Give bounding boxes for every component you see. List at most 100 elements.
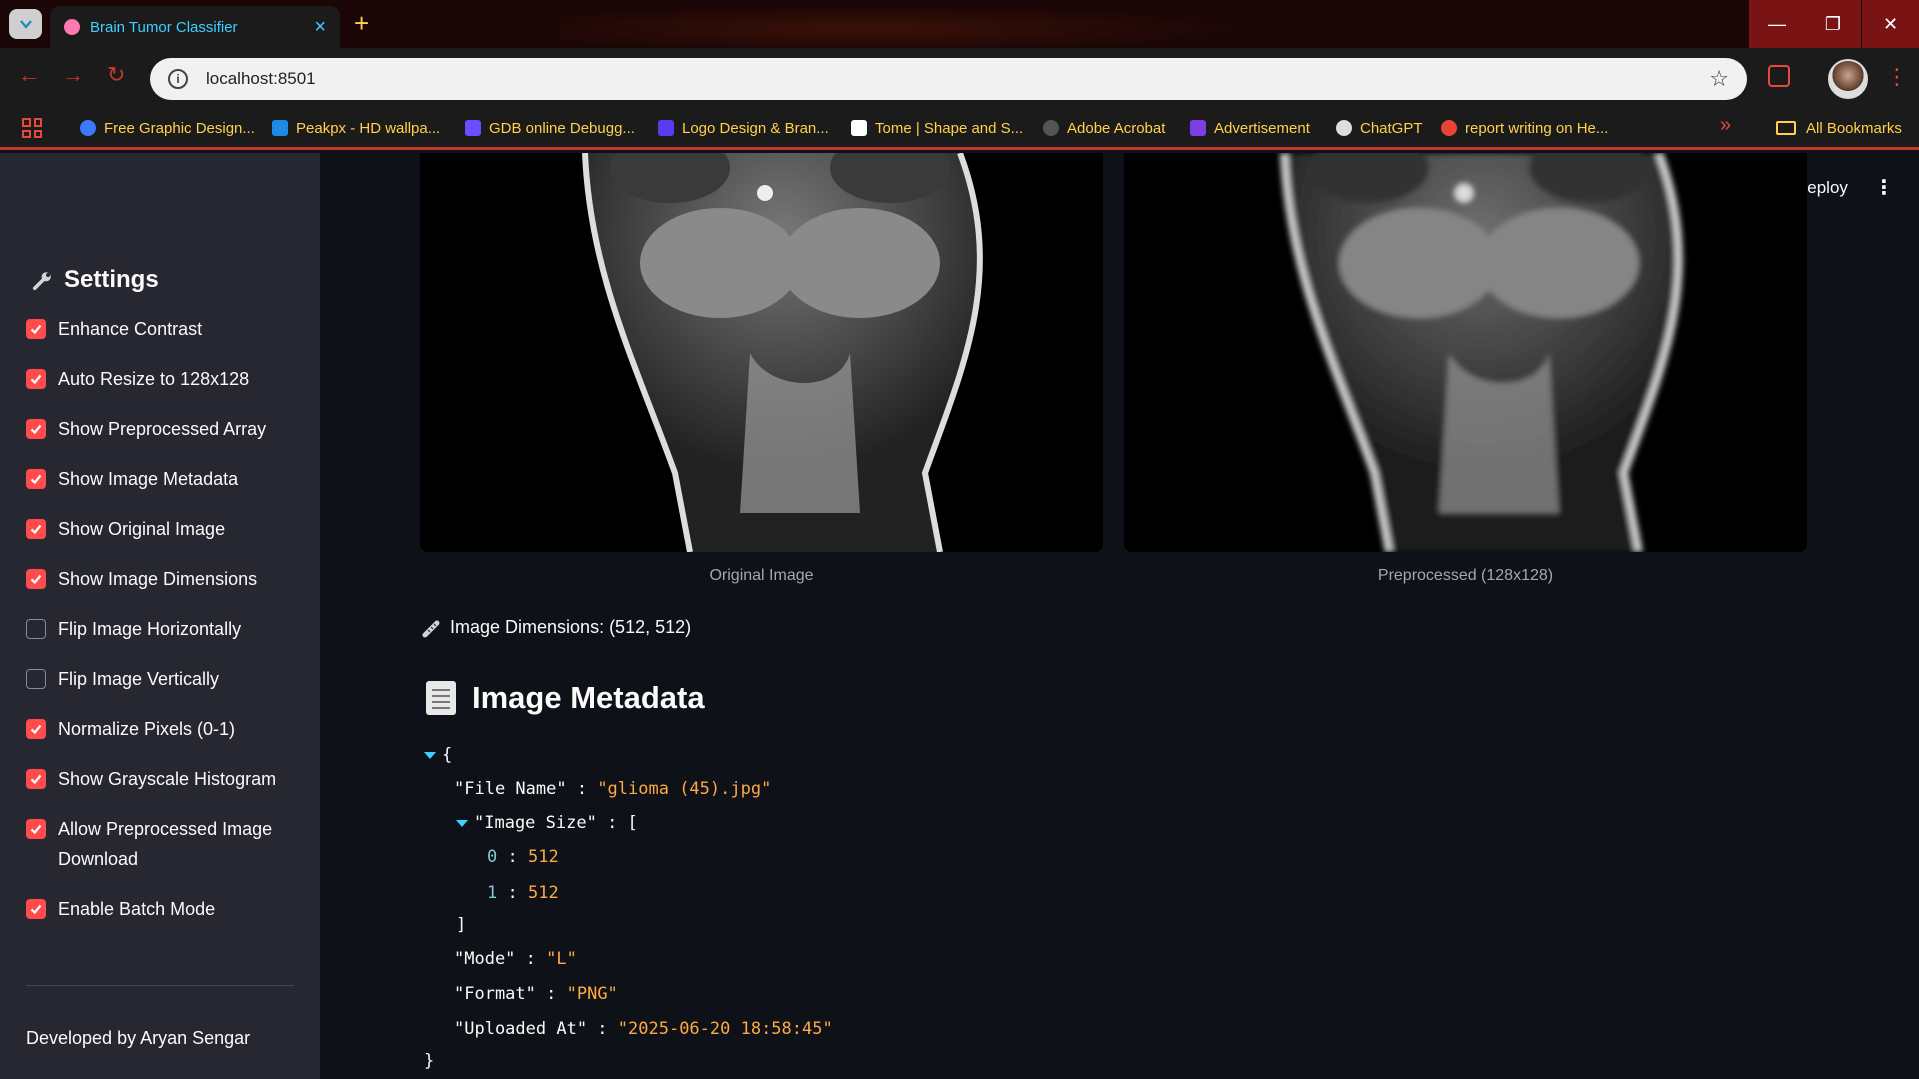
bookmark-favicon-icon (80, 120, 96, 136)
document-icon (426, 681, 456, 715)
checkbox-label: Flip Image Horizontally (58, 619, 242, 639)
address-bar[interactable]: i localhost:8501 ☆ (150, 58, 1747, 100)
bookmark-item[interactable]: Tome | Shape and S... (851, 116, 1023, 140)
checkbox-label: Show Preprocessed Array (58, 419, 267, 439)
checkbox-unchecked-icon[interactable] (26, 619, 46, 639)
json-index: 1 (487, 883, 498, 903)
bookmark-item[interactable]: Free Graphic Design... (80, 116, 255, 140)
checkbox-checked-icon[interactable] (26, 769, 46, 789)
sidebar-divider (26, 985, 294, 986)
bookmark-label: report writing on He... (1465, 119, 1609, 137)
original-image (420, 153, 1103, 552)
json-array-item: 0 : 512 (487, 847, 559, 867)
sidebar-checkbox-option[interactable]: Allow Preprocessed Image Download (26, 814, 296, 874)
bookmark-item[interactable]: Logo Design & Bran... (658, 116, 829, 140)
new-tab-button[interactable]: + (354, 10, 369, 36)
checkbox-label: Allow Preprocessed Image Download (58, 819, 273, 869)
checkbox-checked-icon[interactable] (26, 819, 46, 839)
checkbox-checked-icon[interactable] (26, 369, 46, 389)
sidebar-checkbox-option[interactable]: Show Original Image (26, 514, 296, 544)
forward-icon[interactable]: → (62, 64, 84, 86)
more-bookmarks-icon[interactable]: » (1720, 114, 1731, 137)
json-root-open[interactable]: { (424, 745, 452, 765)
json-entry-file-name: "File Name" : "glioma (45).jpg" (454, 779, 772, 799)
bookmark-item[interactable]: report writing on He... (1441, 116, 1608, 140)
reload-icon[interactable]: ↻ (107, 64, 125, 86)
collapse-caret-icon[interactable] (456, 819, 468, 827)
json-entry-uploaded-at: "Uploaded At" : "2025-06-20 18:58:45" (454, 1019, 833, 1039)
window-close-button[interactable]: ✕ (1862, 0, 1919, 48)
sidebar-footer: Developed by Aryan Sengar (26, 1028, 251, 1048)
bookmark-label: Free Graphic Design... (104, 119, 255, 137)
browser-tab[interactable]: Brain Tumor Classifier × (50, 6, 340, 48)
json-entry-image-size[interactable]: "Image Size" : [ (456, 813, 638, 833)
back-icon[interactable]: ← (18, 64, 40, 86)
original-image-caption: Original Image (709, 567, 814, 584)
ruler-icon (422, 620, 440, 637)
sidebar-checkbox-option[interactable]: Enable Batch Mode (26, 894, 296, 924)
sidebar-checkbox-option[interactable]: Flip Image Horizontally (26, 614, 296, 644)
bookmark-star-icon[interactable]: ☆ (1709, 66, 1729, 92)
checkbox-checked-icon[interactable] (26, 469, 46, 489)
json-index: 0 (487, 847, 498, 867)
bookmark-favicon-icon (465, 120, 481, 136)
url-text: localhost:8501 (206, 69, 316, 88)
checkbox-checked-icon[interactable] (26, 419, 46, 439)
json-value: "2025-06-20 18:58:45" (617, 1019, 833, 1039)
sidebar-title-text: Settings (64, 266, 159, 293)
bookmark-favicon-icon (272, 120, 288, 136)
checkbox-label: Show Grayscale Histogram (58, 769, 277, 789)
checkbox-label: Auto Resize to 128x128 (58, 369, 250, 389)
tabstrip-background (560, 0, 1320, 48)
apps-grid-icon[interactable] (22, 118, 42, 138)
tab-search-button[interactable] (9, 9, 42, 39)
checkbox-unchecked-icon[interactable] (26, 669, 46, 689)
sidebar-checkbox-option[interactable]: Normalize Pixels (0-1) (26, 714, 296, 744)
sidebar-checkbox-option[interactable]: Show Preprocessed Array (26, 414, 296, 444)
json-root-close: } (424, 1051, 435, 1071)
checkbox-checked-icon[interactable] (26, 899, 46, 919)
sidebar-checkbox-option[interactable]: Enhance Contrast (26, 314, 296, 344)
checkbox-label: Enable Batch Mode (58, 899, 216, 919)
main-menu-icon[interactable]: ⋮ (1874, 175, 1894, 200)
bookmark-item[interactable]: GDB online Debugg... (465, 116, 635, 140)
metadata-heading-text: Image Metadata (472, 680, 705, 715)
bookmark-favicon-icon (1190, 120, 1206, 136)
bookmark-label: Logo Design & Bran... (682, 119, 829, 137)
json-entry-mode: "Mode" : "L" (454, 949, 577, 969)
browser-menu-icon[interactable]: ⋮ (1886, 66, 1908, 88)
sidebar-checkbox-option[interactable]: Flip Image Vertically (26, 664, 296, 694)
profile-avatar[interactable] (1828, 59, 1868, 99)
bookmark-label: Advertisement (1214, 119, 1310, 137)
bookmark-label: Peakpx - HD wallpa... (296, 119, 441, 137)
close-tab-icon[interactable]: × (314, 17, 326, 37)
json-value: "PNG" (566, 984, 618, 1004)
checkbox-checked-icon[interactable] (26, 319, 46, 339)
bookmark-item[interactable]: ChatGPT (1336, 116, 1423, 140)
minimize-button[interactable]: — (1749, 0, 1805, 48)
restore-button[interactable]: ❐ (1805, 0, 1861, 48)
sidebar-checkbox-option[interactable]: Auto Resize to 128x128 (26, 364, 296, 394)
sidebar-checkbox-option[interactable]: Show Grayscale Histogram (26, 764, 296, 794)
collapse-caret-icon[interactable] (424, 751, 436, 759)
checkbox-checked-icon[interactable] (26, 519, 46, 539)
bookmark-item[interactable]: Adobe Acrobat (1043, 116, 1165, 140)
checkbox-label: Show Image Metadata (58, 469, 239, 489)
checkbox-checked-icon[interactable] (26, 719, 46, 739)
json-key: "File Name" (454, 779, 567, 799)
tab-title: Brain Tumor Classifier (90, 18, 238, 36)
bookmark-item[interactable]: Peakpx - HD wallpa... (272, 116, 440, 140)
image-dimensions: Image Dimensions: (512, 512) (422, 617, 691, 638)
bookmark-item[interactable]: Advertisement (1190, 116, 1310, 140)
mri-scan-image (420, 153, 1103, 552)
wrench-icon (30, 267, 56, 293)
all-bookmarks-button[interactable]: All Bookmarks (1776, 116, 1902, 140)
site-info-icon[interactable]: i (168, 69, 188, 89)
json-key: "Mode" (454, 949, 516, 969)
extensions-icon[interactable] (1768, 65, 1790, 87)
sidebar-checkbox-option[interactable]: Show Image Dimensions (26, 564, 296, 594)
sidebar-checkbox-option[interactable]: Show Image Metadata (26, 464, 296, 494)
bookmark-favicon-icon (851, 120, 867, 136)
checkbox-checked-icon[interactable] (26, 569, 46, 589)
bookmark-label: ChatGPT (1360, 119, 1423, 137)
